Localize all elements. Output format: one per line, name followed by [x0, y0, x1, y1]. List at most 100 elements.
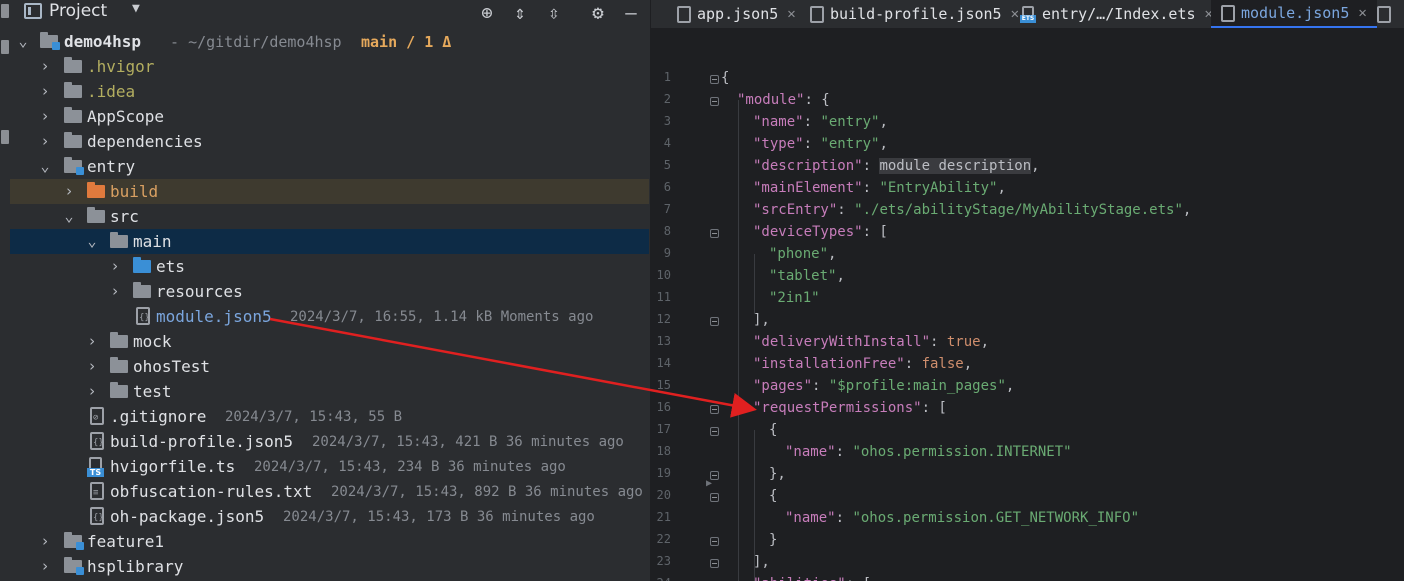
- chevron-down-icon[interactable]: ▼: [132, 1, 140, 16]
- collapse-all-icon[interactable]: ⇳: [543, 0, 565, 26]
- tree-row-dependencies[interactable]: › dependencies: [10, 129, 649, 154]
- code-line: "description": module description,: [753, 158, 1040, 174]
- gear-icon[interactable]: ⚙: [587, 0, 609, 26]
- text-file-icon: ≡: [90, 482, 104, 500]
- chevron-right-icon[interactable]: ›: [62, 179, 76, 204]
- chevron-right-icon[interactable]: ›: [38, 129, 52, 154]
- fold-marker-icon[interactable]: [710, 427, 719, 436]
- line-number: 24: [651, 576, 671, 581]
- tree-row-main[interactable]: ⌄ main: [10, 229, 649, 254]
- expand-all-icon[interactable]: ⇕: [509, 0, 531, 26]
- line-number: 12: [656, 312, 671, 326]
- tree-row-src[interactable]: ⌄ src: [10, 204, 649, 229]
- crosshair-icon[interactable]: ⊕: [476, 0, 498, 26]
- chevron-right-icon[interactable]: ›: [85, 379, 99, 404]
- chevron-down-icon[interactable]: ⌄: [16, 29, 30, 54]
- tree-row-module-json5[interactable]: {} module.json5 2024/3/7, 16:55, 1.14 kB…: [10, 304, 649, 329]
- tree-row-build[interactable]: › build: [10, 179, 649, 204]
- tree-row-appscope[interactable]: › AppScope: [10, 104, 649, 129]
- panel-title[interactable]: Project: [49, 1, 107, 21]
- line-number: 13: [656, 334, 671, 348]
- chevron-right-icon[interactable]: ›: [38, 554, 52, 579]
- folder-icon: [87, 207, 105, 223]
- tree-row-ohostest[interactable]: › ohosTest: [10, 354, 649, 379]
- tree-row-ets[interactable]: › ets: [10, 254, 649, 279]
- code-token: "phone": [769, 246, 829, 262]
- tree-row-feature1[interactable]: › feature1: [10, 529, 649, 554]
- code-token: : [: [862, 224, 888, 240]
- minimize-icon[interactable]: —: [620, 0, 642, 26]
- tab-build-profile-json5[interactable]: build-profile.json5 ✕: [810, 0, 1019, 28]
- project-stripe-icon[interactable]: [1, 40, 9, 54]
- code-token: "srcEntry": [753, 202, 838, 218]
- code-token: "2in1": [769, 290, 820, 306]
- code-token: "type": [753, 136, 804, 152]
- line-number: 20: [656, 488, 671, 502]
- chevron-down-icon[interactable]: ⌄: [62, 204, 76, 229]
- chevron-right-icon[interactable]: ›: [108, 279, 122, 304]
- chevron-right-icon[interactable]: ›: [38, 104, 52, 129]
- tree-row-oh-package[interactable]: {} oh-package.json5 2024/3/7, 15:43, 173…: [10, 504, 649, 529]
- close-icon[interactable]: ✕: [1011, 6, 1019, 22]
- code-token: ,: [1182, 202, 1192, 218]
- chevron-right-icon[interactable]: ›: [85, 329, 99, 354]
- chevron-right-icon[interactable]: ›: [85, 354, 99, 379]
- fold-marker-icon[interactable]: [710, 405, 719, 414]
- code-token: module description: [879, 158, 1032, 174]
- code-token: ,: [963, 356, 973, 372]
- code-token: ],: [753, 554, 770, 570]
- tree-row-obfuscation-rules[interactable]: ≡ obfuscation-rules.txt 2024/3/7, 15:43,…: [10, 479, 649, 504]
- folder-icon: [64, 107, 82, 123]
- chevron-right-icon[interactable]: ›: [38, 529, 52, 554]
- fold-marker-icon[interactable]: [710, 97, 719, 106]
- code-token: }: [769, 532, 778, 548]
- tab-module-json5[interactable]: module.json5 ✕: [1211, 0, 1377, 28]
- tab-overflow[interactable]: [1377, 0, 1397, 28]
- tree-row-entry[interactable]: ⌄ entry: [10, 154, 649, 179]
- module-folder-icon: [40, 32, 60, 50]
- tree-row-hvigorfile[interactable]: TS hvigorfile.ts 2024/3/7, 15:43, 234 B …: [10, 454, 649, 479]
- chevron-right-icon[interactable]: ›: [108, 254, 122, 279]
- project-stripe-icon[interactable]: [1, 4, 9, 18]
- chevron-down-icon[interactable]: ⌄: [85, 229, 99, 254]
- file-meta: 2024/3/7, 16:55, 1.14 kB Moments ago: [290, 309, 594, 325]
- code-token: ,: [1005, 378, 1015, 394]
- run-gutter-icon[interactable]: ▶: [706, 478, 712, 489]
- tree-row-resources[interactable]: › resources: [10, 279, 649, 304]
- tree-row-test[interactable]: › test: [10, 379, 649, 404]
- fold-marker-icon[interactable]: [710, 493, 719, 502]
- tree-row-hvigor[interactable]: › .hvigor: [10, 54, 649, 79]
- line-number: 22: [656, 532, 671, 546]
- tab-index-ets[interactable]: ETS entry/…/Index.ets ✕: [1020, 0, 1213, 28]
- tree-row-hsplibrary[interactable]: › hsplibrary: [10, 554, 649, 579]
- chevron-right-icon[interactable]: ›: [38, 54, 52, 79]
- ignore-file-icon: ⊘: [90, 407, 104, 425]
- tab-app-json5[interactable]: app.json5 ✕: [677, 0, 796, 28]
- code-token: ,: [828, 246, 837, 262]
- fold-marker-icon[interactable]: [710, 229, 719, 238]
- fold-marker-icon[interactable]: [710, 317, 719, 326]
- code-token: "abilities": [753, 576, 846, 581]
- json-file-icon: {}: [90, 507, 104, 525]
- chevron-down-icon[interactable]: ⌄: [38, 154, 52, 179]
- line-number: 23: [656, 554, 671, 568]
- close-icon[interactable]: ✕: [1358, 5, 1366, 21]
- code-token: : {: [804, 92, 830, 108]
- fold-marker-icon[interactable]: [710, 75, 719, 84]
- folder-icon: [64, 57, 82, 73]
- code-token: "requestPermissions": [753, 400, 922, 416]
- folder-icon: [110, 232, 128, 248]
- tree-row-idea[interactable]: › .idea: [10, 79, 649, 104]
- code-line: "module": {: [737, 92, 830, 108]
- structure-stripe-icon[interactable]: [1, 130, 9, 144]
- tree-row-demo4hsp[interactable]: ⌄ demo4hsp - ~/gitdir/demo4hsp main / 1 …: [10, 29, 649, 54]
- chevron-right-icon[interactable]: ›: [38, 79, 52, 104]
- code-token: "ohos.permission.INTERNET": [852, 444, 1072, 460]
- tree-row-build-profile[interactable]: {} build-profile.json5 2024/3/7, 15:43, …: [10, 429, 649, 454]
- tree-row-mock[interactable]: › mock: [10, 329, 649, 354]
- fold-marker-icon[interactable]: [710, 559, 719, 568]
- fold-marker-icon[interactable]: [710, 537, 719, 546]
- tree-row-gitignore[interactable]: ⊘ .gitignore 2024/3/7, 15:43, 55 B: [10, 404, 649, 429]
- line-number: 17: [656, 422, 671, 436]
- close-icon[interactable]: ✕: [787, 6, 795, 22]
